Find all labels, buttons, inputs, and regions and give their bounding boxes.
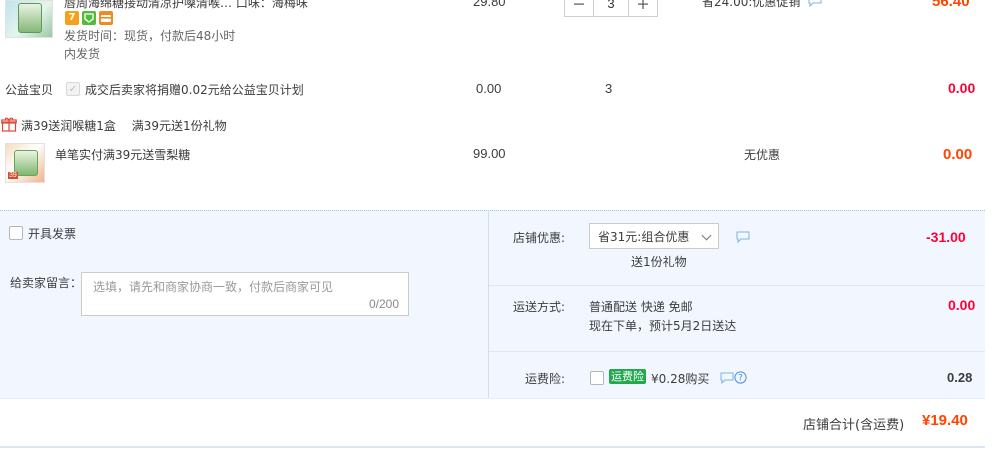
row-divider-2 (489, 351, 985, 352)
svg-text:?: ? (738, 374, 743, 384)
insurance-checkbox[interactable] (590, 371, 604, 385)
service-badges: 7 (65, 11, 113, 25)
ship-time-text: 发货时间：现货，付款后48小时 (64, 29, 236, 43)
shipping-label: 运送方式: (513, 300, 566, 314)
insurance-comment-icon[interactable] (720, 372, 734, 387)
charity-checkbox[interactable]: ✓ (66, 82, 80, 96)
credit-card-icon[interactable] (99, 11, 113, 25)
message-counter: 0/200 (368, 297, 399, 311)
shop-discount-selected: 省31元:组合优惠 (598, 229, 690, 244)
message-textarea[interactable]: 选填，请先和商家协商一致，付款后商家可见 0/200 (81, 272, 409, 316)
seven-day-return-icon[interactable]: 7 (65, 11, 79, 25)
increase-quantity-button[interactable] (629, 0, 657, 16)
chevron-down-icon (701, 230, 712, 241)
discount-info-icon[interactable] (736, 231, 750, 246)
shop-discount-label: 店铺优惠: (513, 231, 566, 245)
product-discount-text: 省24.00:优惠促销 (702, 0, 801, 9)
product-unit-price: 29.80 (473, 0, 506, 9)
insurance-help-icon[interactable]: ? (734, 371, 747, 387)
panel-divider (488, 210, 489, 398)
quantity-input[interactable]: 3 (593, 0, 629, 16)
invoice-label: 开具发票 (28, 227, 77, 241)
invoice-checkbox[interactable] (9, 226, 23, 240)
shop-total-amount: ¥19.40 (922, 412, 968, 429)
charity-price: 0.00 (476, 81, 502, 96)
shipping-amount: 0.00 (948, 297, 976, 313)
gift-item-title[interactable]: 单笔实付满39元送雪梨糖 (55, 146, 190, 163)
message-placeholder: 选填，请先和商家协商一致，付款后商家可见 (93, 280, 334, 294)
shop-discount-amount: -31.00 (926, 229, 966, 245)
gift-item-price: 99.00 (473, 146, 506, 161)
gift-icon (1, 116, 17, 135)
insurance-label: 运费险: (525, 372, 566, 386)
gift-thumb-tag: 39 (8, 172, 18, 179)
insurance-price: ¥0.28购买 (651, 372, 710, 386)
gift-item-discount: 无优惠 (744, 148, 781, 162)
product-thumbnail[interactable] (5, 0, 53, 38)
bottom-rule (0, 446, 985, 448)
promo-header: 满39送润喉糖1盒 满39元送1份礼物 (21, 119, 227, 133)
shop-gift-note: 送1份礼物 (631, 255, 687, 269)
guarantee-shield-icon[interactable] (82, 11, 96, 25)
message-label: 给卖家留言： (10, 276, 83, 290)
product-title[interactable]: 唇周海绵糖接动清凉护嗓清喉… 口味：海梅味 (64, 0, 308, 11)
charity-total: 0.00 (948, 80, 976, 96)
shipping-method: 普通配送 快递 免邮 (589, 300, 693, 314)
row-divider-1 (489, 285, 985, 286)
gift-item-thumbnail[interactable]: 39 (5, 143, 45, 183)
decrease-quantity-button[interactable] (565, 0, 593, 16)
product-thumbnail-image (18, 3, 42, 33)
insurance-badge: 运费险 (609, 369, 646, 384)
shop-total-label: 店铺合计(含运费) (803, 418, 905, 433)
product-total: 56.40 (932, 0, 970, 10)
charity-quantity: 3 (605, 81, 613, 96)
charity-label: 公益宝贝 (5, 83, 54, 97)
charity-description: 成交后卖家将捐赠0.02元给公益宝贝计划 (85, 83, 304, 97)
gift-item-total: 0.00 (943, 146, 973, 163)
ship-time-text-cont: 内发货 (64, 47, 101, 61)
insurance-amount: 0.28 (947, 370, 973, 385)
quantity-stepper: 3 (564, 0, 658, 17)
discount-comment-icon[interactable] (808, 0, 822, 10)
shop-discount-select[interactable]: 省31元:组合优惠 (589, 223, 719, 249)
shipping-eta: 现在下单，预计5月2日送达 (589, 319, 737, 333)
